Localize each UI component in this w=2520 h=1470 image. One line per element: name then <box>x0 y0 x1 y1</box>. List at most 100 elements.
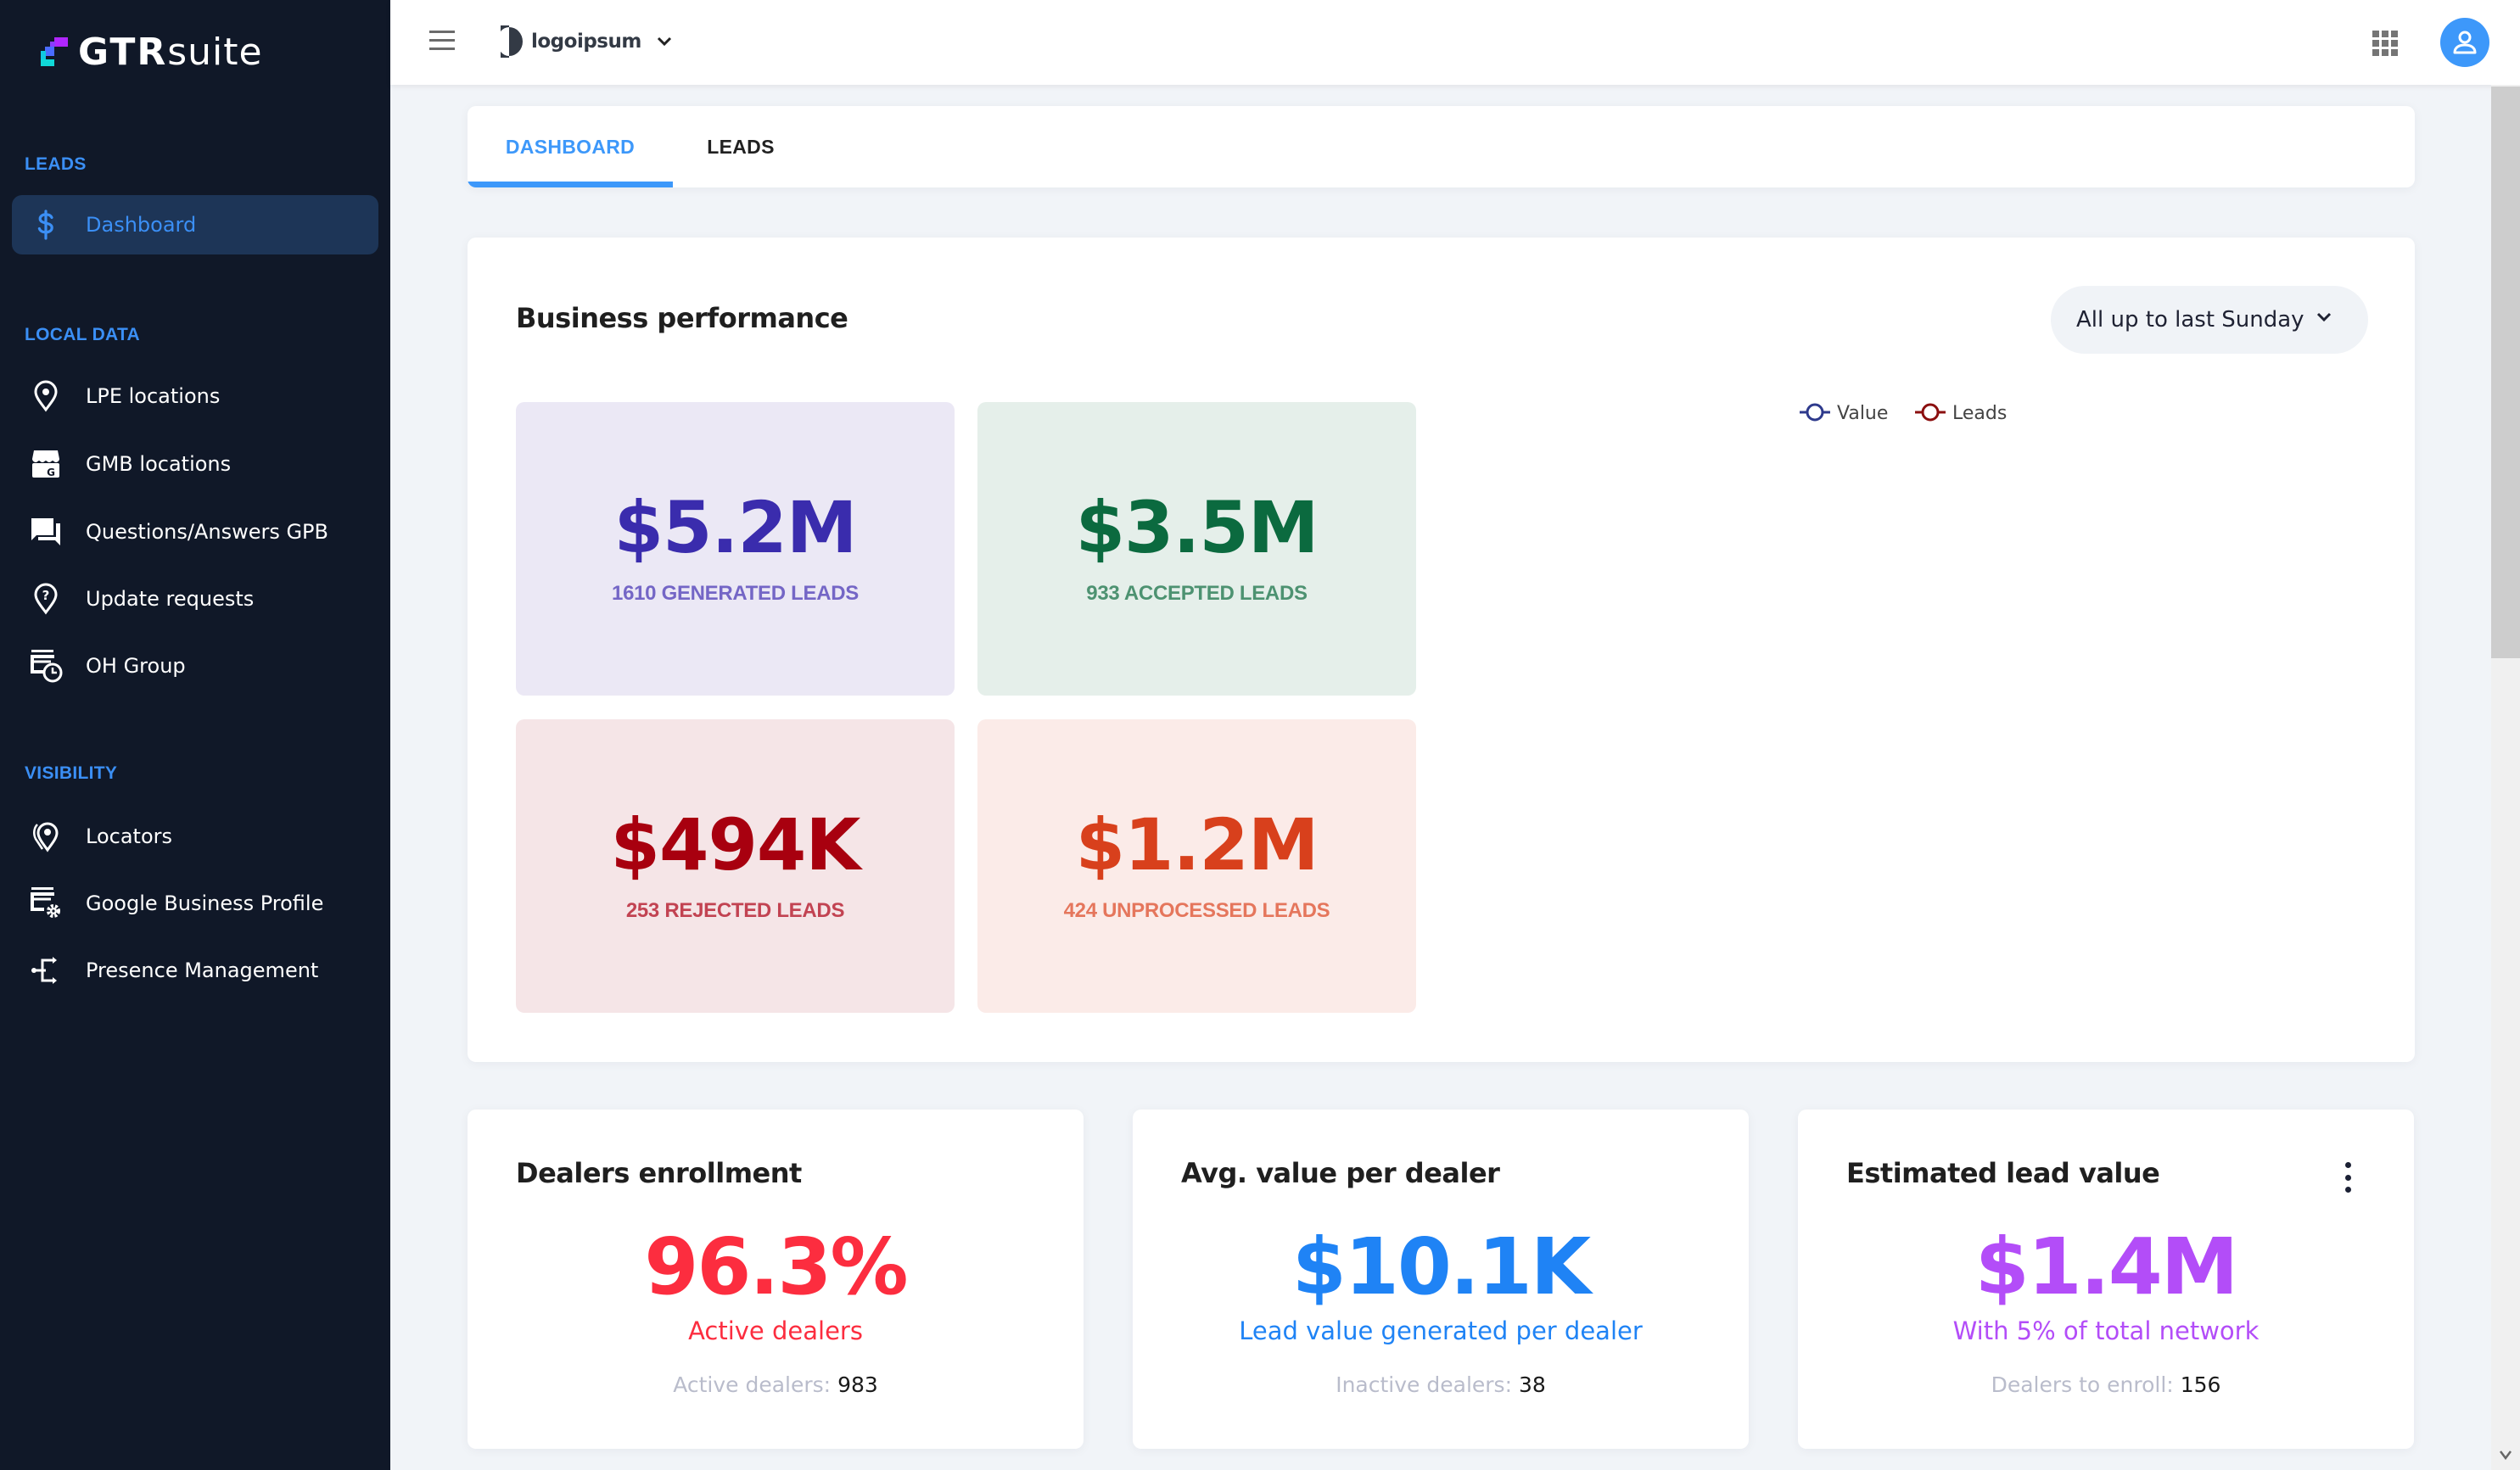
sidebar-item-label: Locators <box>86 824 172 848</box>
business-performance-title: Business performance <box>516 302 848 334</box>
sidebar-item-lpe-locations[interactable]: LPE locations <box>12 366 378 426</box>
sidebar-item-label: Presence Management <box>86 959 319 982</box>
dollar-icon <box>27 206 64 243</box>
period-select-value: All up to last Sunday <box>2076 307 2304 333</box>
google-store-icon: G <box>27 445 64 483</box>
footer-value: 38 <box>1518 1372 1546 1397</box>
sidebar-item-gmb-locations[interactable]: G GMB locations <box>12 434 378 494</box>
legend-label: Value <box>1837 403 1888 424</box>
sidebar-item-dashboard[interactable]: Dashboard <box>12 195 378 254</box>
sidebar-item-label: GMB locations <box>86 452 232 476</box>
store-clock-icon <box>27 647 64 685</box>
sidebar-item-label: Dashboard <box>86 213 197 237</box>
sidebar-item-questions-answers[interactable]: Questions/Answers GPB <box>12 502 378 562</box>
brand-name-bold: GTR <box>78 30 168 74</box>
tab-leads[interactable]: LEADS <box>673 106 809 187</box>
organization-switcher[interactable]: logoipsum <box>497 24 672 59</box>
legend-label: Leads <box>1952 403 2007 424</box>
footer-value: 983 <box>837 1372 878 1397</box>
card-footer: Dealers to enroll: 156 <box>1798 1372 2414 1397</box>
kpi-value: $1.2M <box>1075 803 1319 886</box>
card-value: $10.1K <box>1291 1221 1591 1312</box>
section-label-local-data: LOCAL DATA <box>25 325 140 344</box>
more-options-button[interactable] <box>2341 1162 2355 1193</box>
sidebar-item-presence-management[interactable]: Presence Management <box>12 941 378 1000</box>
svg-text:G: G <box>47 467 55 478</box>
footer-label: Inactive dealers: <box>1336 1372 1512 1397</box>
svg-text:?: ? <box>42 588 50 603</box>
kpi-label: 253 REJECTED LEADS <box>625 899 845 922</box>
brand-logo[interactable]: GTRsuite <box>41 31 263 74</box>
kpi-generated-leads: $5.2M 1610 GENERATED LEADS <box>516 402 955 696</box>
card-caption: With 5% of total network <box>1952 1316 2260 1345</box>
chevron-down-icon <box>657 36 671 47</box>
scrollbar-thumb[interactable] <box>2491 87 2520 658</box>
top-bar: logoipsum <box>390 0 2520 85</box>
user-avatar-button[interactable] <box>2440 18 2489 67</box>
value-leads-chart: $0$50K$100K$150K$200K$250K$300K$350K0306… <box>1443 382 2385 1009</box>
sidebar-item-label: LPE locations <box>86 384 221 408</box>
hamburger-icon-line <box>429 39 455 42</box>
footer-label: Dealers to enroll: <box>1991 1372 2174 1397</box>
page-tabs: DASHBOARD LEADS <box>468 106 2415 187</box>
avg-value-per-dealer-card: Avg. value per dealer $10.1K Lead value … <box>1133 1109 1749 1449</box>
footer-value: 156 <box>2180 1372 2221 1397</box>
card-value: $1.4M <box>1974 1221 2239 1312</box>
kpi-accepted-leads: $3.5M 933 ACCEPTED LEADS <box>977 402 1416 696</box>
kpi-label: 933 ACCEPTED LEADS <box>1086 582 1308 605</box>
card-caption: Lead value generated per dealer <box>1239 1316 1643 1345</box>
brand-mark-icon <box>41 37 70 66</box>
period-select[interactable]: All up to last Sunday <box>2051 286 2368 354</box>
hamburger-icon-line <box>429 48 455 50</box>
pin-question-icon: ? <box>27 580 64 618</box>
legend-marker-icon <box>1921 403 1940 422</box>
kpi-value: $5.2M <box>613 486 858 569</box>
tab-dashboard[interactable]: DASHBOARD <box>468 106 673 187</box>
estimated-lead-value-card: Estimated lead value $1.4M With 5% of to… <box>1798 1109 2414 1449</box>
card-caption: Active dealers <box>688 1316 863 1345</box>
dealers-enrollment-card: Dealers enrollment 96.3% Active dealers … <box>468 1109 1084 1449</box>
pin-radar-icon <box>27 818 64 855</box>
kpi-rejected-leads: $494K 253 REJECTED LEADS <box>516 719 955 1013</box>
scroll-down-arrow-icon[interactable] <box>2495 1445 2516 1465</box>
sidebar-item-update-requests[interactable]: ? Update requests <box>12 569 378 629</box>
chat-bubbles-icon <box>27 513 64 551</box>
kpi-value: $3.5M <box>1075 486 1319 569</box>
menu-toggle-button[interactable] <box>429 31 455 53</box>
sidebar-item-oh-group[interactable]: OH Group <box>12 636 378 696</box>
sidebar: GTRsuite LEADS Dashboard LOCAL DATA LPE … <box>0 0 390 1470</box>
card-title: Avg. value per dealer <box>1181 1157 1500 1189</box>
sidebar-item-label: Questions/Answers GPB <box>86 520 328 544</box>
org-name: logoipsum <box>531 31 641 53</box>
hamburger-icon-line <box>429 31 455 33</box>
card-value: 96.3% <box>644 1221 908 1312</box>
card-footer: Inactive dealers: 38 <box>1133 1372 1749 1397</box>
user-icon <box>2453 31 2477 54</box>
map-pin-icon <box>27 377 64 415</box>
footer-label: Active dealers: <box>673 1372 832 1397</box>
kpi-label: 1610 GENERATED LEADS <box>612 582 859 605</box>
kpi-label: 424 UNPROCESSED LEADS <box>1063 899 1330 922</box>
card-title: Estimated lead value <box>1846 1157 2160 1189</box>
sidebar-item-label: OH Group <box>86 654 186 678</box>
business-performance-card: Business performance All up to last Sund… <box>468 238 2415 1062</box>
kpi-value: $494K <box>610 803 861 886</box>
brand-name-light: suite <box>167 30 263 74</box>
store-gear-icon <box>27 885 64 922</box>
branch-arrows-icon <box>27 952 64 989</box>
legend-marker-icon <box>1806 403 1824 422</box>
card-title: Dealers enrollment <box>516 1157 802 1189</box>
apps-grid-button[interactable] <box>2372 31 2398 56</box>
chevron-down-icon <box>2316 312 2332 322</box>
value-leads-chart-svg: $0$50K$100K$150K$200K$250K$300K$350K0306… <box>1800 403 2007 424</box>
org-logo-icon <box>497 25 524 58</box>
sidebar-item-label: Google Business Profile <box>86 892 324 915</box>
kpi-unprocessed-leads: $1.2M 424 UNPROCESSED LEADS <box>977 719 1416 1013</box>
sidebar-item-label: Update requests <box>86 587 255 611</box>
sidebar-item-locators[interactable]: Locators <box>12 807 378 866</box>
sidebar-item-google-business-profile[interactable]: Google Business Profile <box>12 874 378 933</box>
section-label-visibility: VISIBILITY <box>25 763 118 783</box>
section-label-leads: LEADS <box>25 154 87 174</box>
brand-name: GTRsuite <box>78 31 263 74</box>
card-footer: Active dealers: 983 <box>468 1372 1084 1397</box>
